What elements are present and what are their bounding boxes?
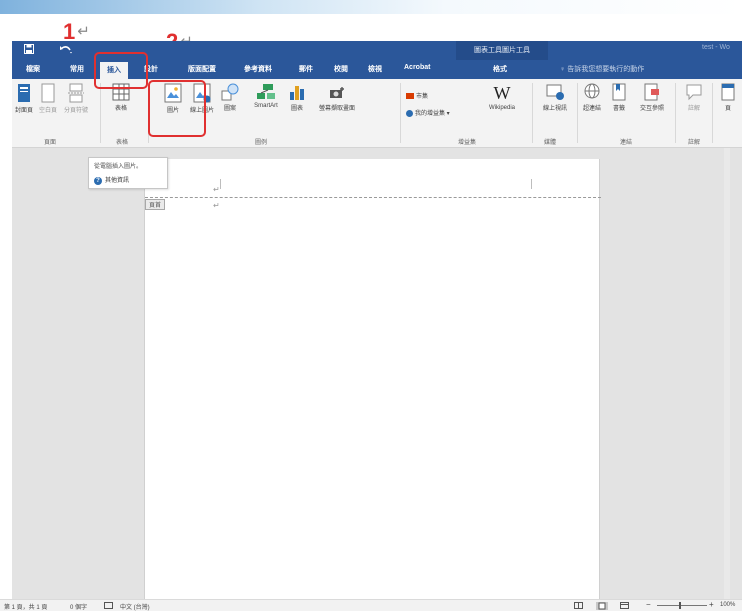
document-page[interactable]: ↵ 頁首 ↵ <box>144 159 601 611</box>
header-button[interactable]: 頁 <box>718 83 738 112</box>
contextual-tool-title: 圖表工具圖片工具 <box>456 41 548 60</box>
zoom-slider[interactable] <box>657 605 707 606</box>
annotation-step-1: 1 ↵ <box>63 19 90 44</box>
group-separator <box>577 83 578 143</box>
highlight-insert-tab <box>94 52 148 89</box>
language-indicator[interactable]: 中文 (台灣) <box>120 602 150 611</box>
group-label-pages: 頁面 <box>44 140 57 146</box>
smartart-button[interactable]: SmartArt <box>248 83 284 109</box>
group-separator <box>100 83 101 143</box>
blank-page-button[interactable]: 空白頁 <box>36 83 60 114</box>
tab-acrobat[interactable]: Acrobat <box>404 64 430 71</box>
comment-icon <box>686 84 702 101</box>
group-label-links: 連結 <box>620 140 633 146</box>
bookmark-icon <box>612 83 626 101</box>
more-info-link[interactable]: ? 其他資訊 <box>94 175 129 185</box>
group-separator <box>712 83 713 143</box>
undo-icon[interactable] <box>59 44 73 57</box>
read-mode-icon[interactable] <box>574 602 583 611</box>
proofing-icon[interactable] <box>104 602 113 611</box>
tab-home[interactable]: 常用 <box>70 64 84 74</box>
shapes-button[interactable]: 圖案 <box>220 83 240 112</box>
header-icon <box>721 83 735 101</box>
margin-corner-right <box>531 179 539 189</box>
group-separator <box>675 83 676 143</box>
paragraph-mark: ↵ <box>213 185 220 194</box>
group-label-illustrations: 圖例 <box>255 140 268 146</box>
highlight-pictures-button <box>148 80 206 137</box>
help-icon: ? <box>94 177 102 185</box>
paragraph-mark: ↵ <box>213 201 220 210</box>
cross-reference-button[interactable]: 交互參照 <box>634 83 670 112</box>
group-separator <box>400 83 401 143</box>
page-break-icon <box>68 83 84 103</box>
comment-button[interactable]: 註解 <box>684 83 704 112</box>
cover-page-button[interactable]: 封面頁 <box>12 83 36 114</box>
shapes-icon <box>221 83 239 101</box>
tab-view[interactable]: 檢視 <box>368 64 382 74</box>
tooltip-text: 從電腦插入圖片。 <box>94 164 143 170</box>
ribbon-insert: 封面頁 空白頁 分頁符號 頁面 表格 表格 圖片 線上圖片 圖案 SmartAr… <box>12 79 742 148</box>
store-icon <box>406 93 414 100</box>
online-video-icon <box>546 84 564 100</box>
page-break-button[interactable]: 分頁符號 <box>62 83 90 114</box>
globe-link-icon <box>584 83 600 99</box>
group-label-comments: 註解 <box>688 140 701 146</box>
save-icon[interactable] <box>24 44 34 57</box>
online-video-button[interactable]: 線上視訊 <box>538 83 572 112</box>
print-layout-icon[interactable] <box>596 602 608 611</box>
word-count[interactable]: 0 個字 <box>70 602 87 611</box>
store-button[interactable]: 市集 <box>406 91 428 100</box>
pictures-tooltip: 從電腦插入圖片。 ? 其他資訊 <box>88 157 168 189</box>
web-layout-icon[interactable] <box>620 602 629 611</box>
smartart-icon <box>257 84 275 99</box>
group-label-addins: 增益集 <box>458 140 477 146</box>
bookmark-button[interactable]: 書籤 <box>608 83 630 112</box>
hyperlink-button[interactable]: 超連結 <box>580 83 604 112</box>
screenshot-button[interactable]: 螢幕擷取畫面 <box>315 83 359 112</box>
chart-button[interactable]: 圖表 <box>288 83 306 112</box>
my-addins-button[interactable]: 我的增益集 ▾ <box>406 108 450 117</box>
chart-icon <box>290 86 304 100</box>
vertical-scrollbar[interactable] <box>724 148 730 599</box>
wikipedia-icon: W <box>493 83 511 103</box>
camera-icon <box>330 87 344 98</box>
wikipedia-button[interactable]: W Wikipedia <box>480 83 524 111</box>
tab-review[interactable]: 校閱 <box>334 64 348 74</box>
header-tag: 頁首 <box>145 199 166 210</box>
tell-me-search[interactable]: ♀ 告訴我您想要執行的動作 <box>560 64 644 74</box>
decorative-top-strip <box>0 0 742 14</box>
document-workspace: ↵ 頁首 ↵ <box>12 148 742 611</box>
zoom-slider-thumb[interactable] <box>679 602 681 609</box>
page-count[interactable]: 第 1 頁，共 1 頁 <box>4 602 47 611</box>
status-bar: 第 1 頁，共 1 頁 0 個字 中文 (台灣) − + 100% <box>0 599 742 611</box>
zoom-out-icon[interactable]: − <box>646 600 651 609</box>
tab-file[interactable]: 檔案 <box>26 64 40 74</box>
cross-reference-icon <box>644 83 659 101</box>
document-title: test - Wo <box>702 44 730 51</box>
group-label-tables: 表格 <box>116 140 129 146</box>
word-window: { "annotations": { "step1": "1", "step2"… <box>0 0 742 611</box>
cover-page-icon <box>18 84 30 102</box>
header-boundary <box>145 197 601 198</box>
tab-references[interactable]: 參考資料 <box>244 64 272 74</box>
blank-page-icon <box>41 83 55 103</box>
group-separator <box>532 83 533 143</box>
group-label-media: 媒體 <box>544 140 557 146</box>
tab-layout[interactable]: 版面配置 <box>188 64 216 74</box>
zoom-in-icon[interactable]: + <box>709 600 714 609</box>
addins-icon <box>406 109 413 117</box>
tab-mailings[interactable]: 郵件 <box>299 64 313 74</box>
zoom-level[interactable]: 100% <box>720 602 735 608</box>
tab-format[interactable]: 格式 <box>493 64 507 74</box>
